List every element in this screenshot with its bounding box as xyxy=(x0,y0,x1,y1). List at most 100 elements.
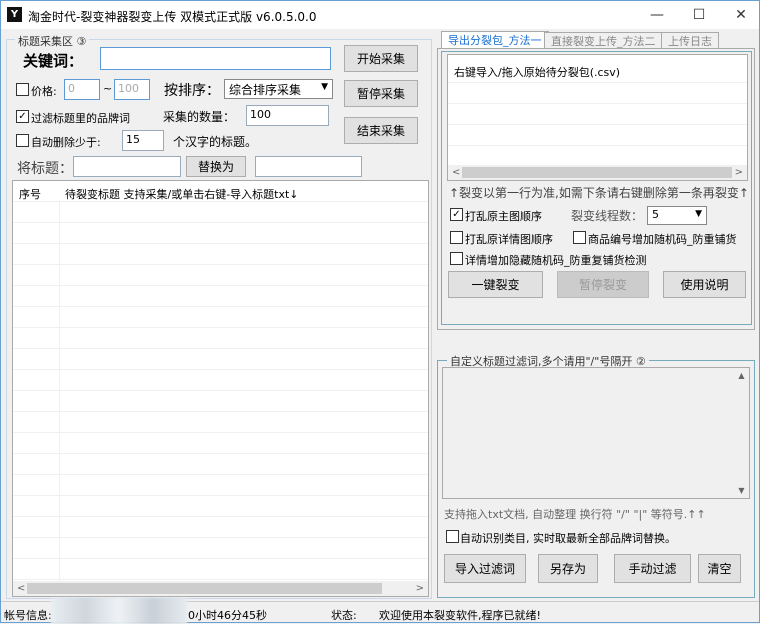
list-horizontal-scrollbar[interactable]: < > xyxy=(448,165,747,180)
import-filter-button[interactable]: 导入过滤词 xyxy=(444,554,526,583)
scroll-right-icon[interactable]: > xyxy=(735,167,743,178)
shuffle-main-checkbox[interactable]: ✓ xyxy=(450,208,463,221)
shuffle-main-label: 打乱原主图顺序 xyxy=(465,210,542,223)
count-input[interactable]: 100 xyxy=(246,105,329,126)
filter-words-textarea[interactable]: ▲ ▼ xyxy=(442,367,750,499)
state-label: 状态: xyxy=(331,609,357,622)
row-divider xyxy=(13,222,428,223)
keyword-label: 关键词： xyxy=(23,52,84,70)
clear-button[interactable]: 清空 xyxy=(698,554,741,583)
random-code-label: 商品编号增加随机码_防重铺货 xyxy=(588,233,737,246)
row-divider xyxy=(13,516,428,517)
close-button[interactable]: ✕ xyxy=(720,1,760,29)
manual-filter-button[interactable]: 手动过滤 xyxy=(614,554,691,583)
window-title: 淘金时代-裂变神器裂变上传 双模式正式版 v6.0.5.0.0 xyxy=(28,10,317,24)
sort-select[interactable]: 综合排序采集 ▼ xyxy=(224,79,333,99)
count-label: 采集的数量： xyxy=(163,110,236,124)
sort-label: 按排序： xyxy=(164,83,220,99)
row-divider xyxy=(13,495,428,496)
row-divider xyxy=(13,369,428,370)
row-divider xyxy=(13,474,428,475)
split-hint: ↑裂变以第一行为准,如需下条请右键删除第一条再裂变↑ xyxy=(449,186,749,200)
price-separator: ~ xyxy=(103,82,113,95)
row-divider xyxy=(13,201,428,202)
row-divider xyxy=(13,579,428,580)
time-remaining: 0小时46分45秒 xyxy=(188,609,267,622)
horizontal-scrollbar[interactable]: < > xyxy=(13,581,428,596)
help-button[interactable]: 使用说明 xyxy=(663,271,746,298)
stop-collect-button[interactable]: 结束采集 xyxy=(344,117,418,144)
auto-delete-input[interactable]: 15 xyxy=(122,130,164,151)
row-divider xyxy=(448,145,747,146)
threads-select[interactable]: 5 ▼ xyxy=(647,206,707,225)
chevron-down-icon: ▼ xyxy=(695,209,702,219)
pause-collect-button[interactable]: 暂停采集 xyxy=(344,80,418,107)
replace-from-input[interactable] xyxy=(73,156,181,177)
scroll-down-icon[interactable]: ▼ xyxy=(734,486,749,495)
price-checkbox[interactable] xyxy=(16,83,29,96)
list-header: 右键导入/拖入原始待分裂包(.csv) xyxy=(454,66,621,79)
filter-hint: 支持拖入txt文档, 自动整理 换行符 "/" "|" 等符号.↑↑ xyxy=(444,508,706,521)
tab-upload-log[interactable]: 上传日志 xyxy=(661,32,719,48)
row-divider xyxy=(13,327,428,328)
hidden-code-label: 详情增加隐藏随机码_防重复铺货检测 xyxy=(465,254,647,267)
row-divider xyxy=(448,82,747,83)
shuffle-detail-checkbox[interactable] xyxy=(450,231,463,244)
random-code-checkbox[interactable] xyxy=(573,231,586,244)
threads-label: 裂变线程数： xyxy=(571,209,644,223)
replace-to-input[interactable] xyxy=(255,156,362,177)
title-bar: Y 淘金时代-裂变神器裂变上传 双模式正式版 v6.0.5.0.0 — ☐ ✕ xyxy=(1,1,759,29)
column-header-index: 序号 xyxy=(19,188,41,201)
row-divider xyxy=(13,348,428,349)
row-divider xyxy=(13,306,428,307)
row-divider xyxy=(13,537,428,538)
row-divider xyxy=(448,103,747,104)
scroll-up-icon[interactable]: ▲ xyxy=(734,371,749,380)
row-divider xyxy=(13,558,428,559)
auto-category-checkbox[interactable] xyxy=(446,530,459,543)
column-divider xyxy=(59,201,60,581)
auto-delete-label: 自动删除少于: xyxy=(31,136,101,149)
scrollbar-thumb[interactable] xyxy=(462,167,732,178)
minimize-button[interactable]: — xyxy=(636,1,678,29)
vertical-scrollbar[interactable]: ▲ ▼ xyxy=(734,368,749,498)
maximize-button[interactable]: ☐ xyxy=(678,1,720,29)
shuffle-detail-label: 打乱原详情图顺序 xyxy=(465,233,553,246)
chevron-down-icon: ▼ xyxy=(321,82,328,92)
group-label: 标题采集区 ③ xyxy=(15,33,90,49)
scroll-left-icon[interactable]: < xyxy=(452,167,460,178)
price-max-input[interactable]: 100 xyxy=(114,79,150,100)
tab-direct-upload[interactable]: 直接裂变上传_方法二 xyxy=(544,32,663,48)
tab-export-split[interactable]: 导出分裂包_方法一 xyxy=(441,31,549,49)
scroll-right-icon[interactable]: > xyxy=(416,583,424,594)
status-message: 欢迎使用本裂变软件,程序已就绪! xyxy=(379,609,541,622)
row-divider xyxy=(448,124,747,125)
save-as-button[interactable]: 另存为 xyxy=(538,554,598,583)
start-collect-button[interactable]: 开始采集 xyxy=(344,45,418,72)
sort-value: 综合排序采集 xyxy=(229,83,302,97)
keyword-input[interactable] xyxy=(100,47,331,70)
price-label: 价格: xyxy=(31,85,57,98)
titles-table[interactable]: 序号 待裂变标题 支持采集/或单击右键-导入标题txt↓ < > xyxy=(12,180,429,597)
threads-value: 5 xyxy=(652,208,659,221)
pause-split-button[interactable]: 暂停裂变 xyxy=(557,271,649,298)
row-divider xyxy=(13,411,428,412)
account-info-blurred xyxy=(51,598,187,624)
app-logo-icon: Y xyxy=(7,7,22,22)
price-min-input[interactable]: 0 xyxy=(64,79,100,100)
scrollbar-thumb[interactable] xyxy=(27,583,382,594)
scroll-left-icon[interactable]: < xyxy=(17,583,25,594)
auto-delete-checkbox[interactable] xyxy=(16,134,29,147)
row-divider xyxy=(13,285,428,286)
filter-brand-checkbox[interactable]: ✓ xyxy=(16,110,29,123)
row-divider xyxy=(13,243,428,244)
row-divider xyxy=(13,264,428,265)
row-divider xyxy=(13,390,428,391)
replace-button[interactable]: 替换为 xyxy=(186,156,246,177)
one-click-split-button[interactable]: 一键裂变 xyxy=(448,271,543,298)
row-divider xyxy=(13,432,428,433)
account-label: 帐号信息: xyxy=(4,609,52,622)
hidden-code-checkbox[interactable] xyxy=(450,252,463,265)
split-package-list[interactable]: 右键导入/拖入原始待分裂包(.csv) < > xyxy=(447,54,748,181)
row-divider xyxy=(13,453,428,454)
